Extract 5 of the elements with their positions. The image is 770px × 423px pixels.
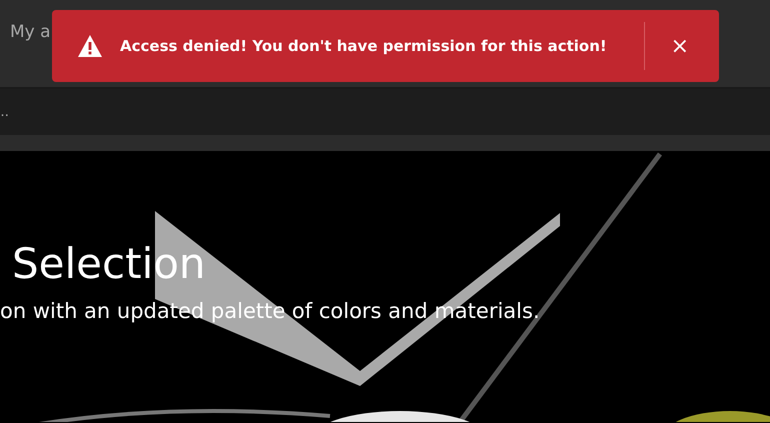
- nav-link[interactable]: My a: [10, 22, 51, 42]
- toolbar-text: …: [0, 104, 9, 120]
- warning-icon: [78, 35, 102, 57]
- close-button[interactable]: ×: [660, 34, 699, 58]
- toast-message: Access denied! You don't have permission for this action!: [120, 37, 607, 55]
